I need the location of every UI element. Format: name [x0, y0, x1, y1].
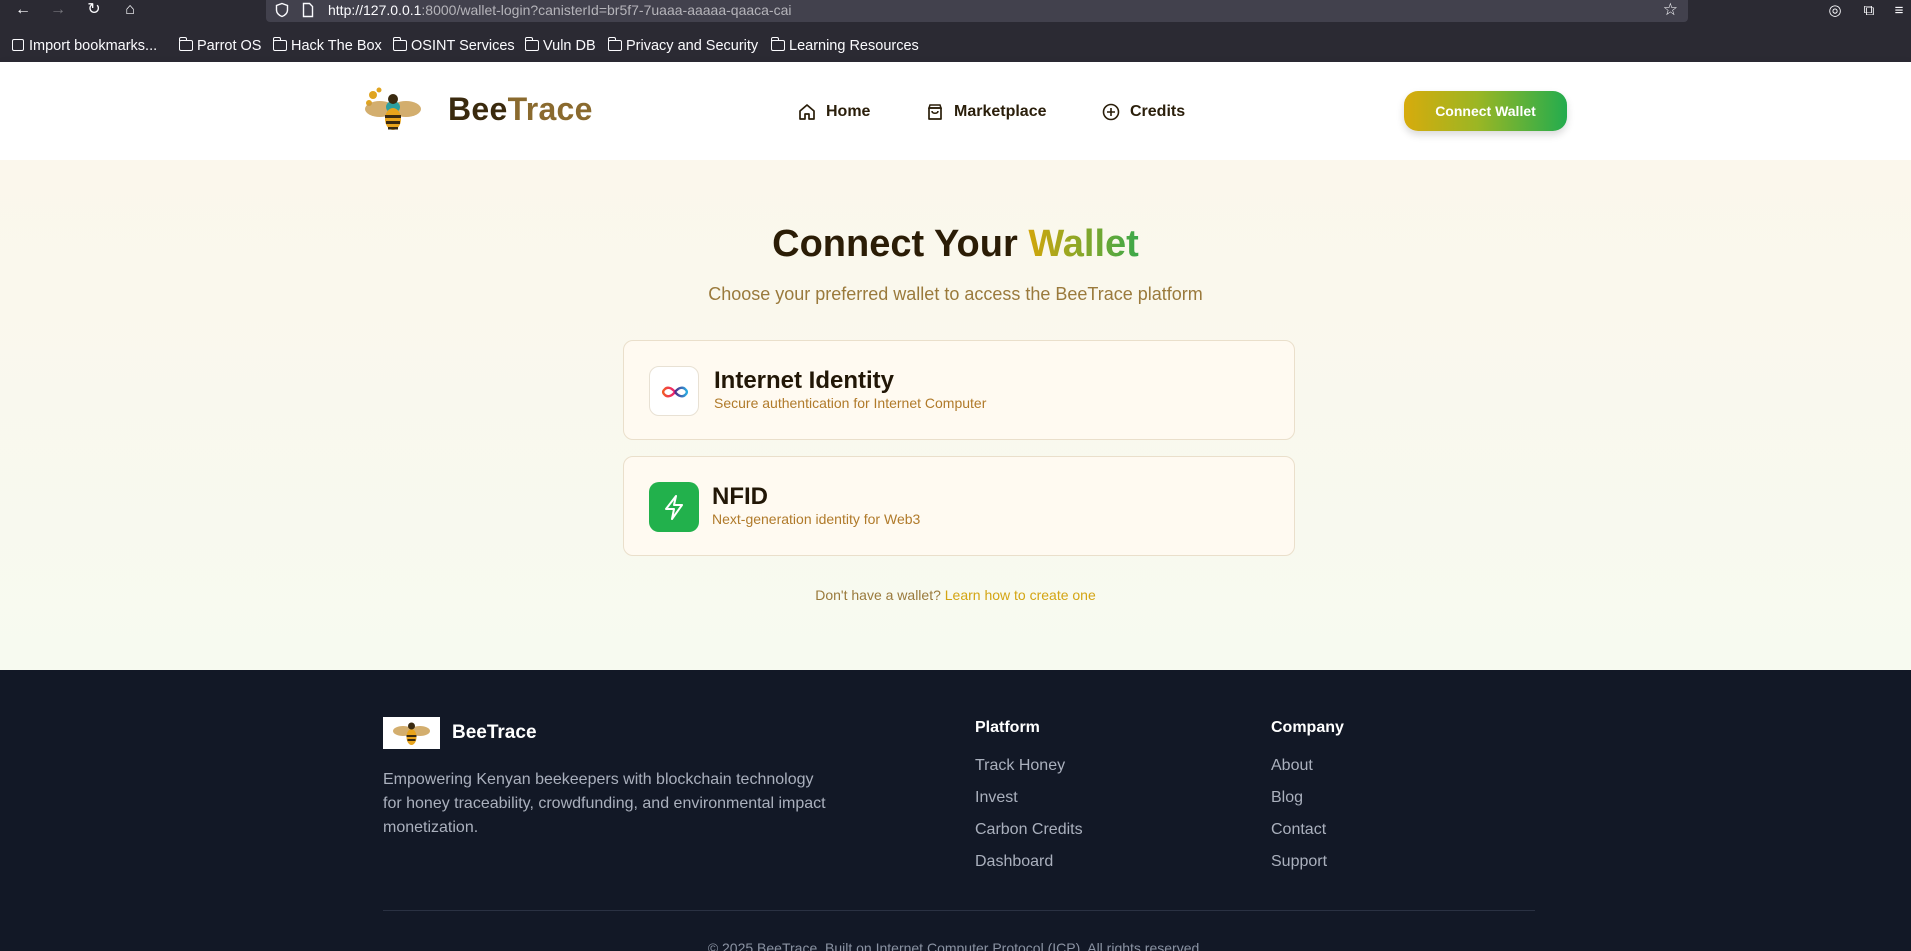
footer-link-blog[interactable]: Blog [1271, 782, 1344, 814]
page-title: Connect Your Wallet [772, 223, 1139, 265]
learn-create-wallet-link[interactable]: Learn how to create one [945, 587, 1096, 603]
page-subtitle: Choose your preferred wallet to access t… [708, 284, 1203, 304]
folder-icon [392, 37, 407, 51]
extensions-icon[interactable]: ⧉ [1859, 1, 1879, 21]
footer-about: Empowering Kenyan beekeepers with blockc… [383, 771, 826, 836]
bookmarks-bar: Import bookmarks... Parrot OS Hack The B… [0, 33, 1911, 59]
folder-icon [272, 37, 287, 51]
wallet-option-internet-identity[interactable]: Internet Identity Secure authentication … [623, 340, 1295, 440]
footer-platform-column: Platform Track Honey Invest Carbon Credi… [975, 719, 1083, 878]
main-content: Connect Your Wallet Choose your preferre… [0, 160, 1911, 670]
page-icon [302, 2, 314, 18]
import-icon [12, 39, 24, 51]
footer-link-about[interactable]: About [1271, 750, 1344, 782]
footer-link-carbon-credits[interactable]: Carbon Credits [975, 814, 1083, 846]
account-icon[interactable]: ◎ [1825, 1, 1845, 21]
bookmark-import[interactable]: Import bookmarks... [12, 33, 157, 59]
forward-icon[interactable]: → [47, 0, 69, 22]
home-icon [799, 104, 815, 120]
connect-wallet-button[interactable]: Connect Wallet [1404, 91, 1567, 131]
footer-link-support[interactable]: Support [1271, 846, 1344, 878]
reload-icon[interactable]: ↻ [83, 0, 105, 22]
folder-icon [178, 37, 193, 51]
plus-circle-icon [1102, 103, 1120, 121]
url-text: http://127.0.0.1:8000/wallet-login?canis… [328, 2, 792, 18]
wallet-option-nfid[interactable]: NFID Next-generation identity for Web3 [623, 456, 1295, 556]
lightning-icon [649, 482, 699, 532]
infinity-icon [649, 366, 699, 416]
bookmark-star-icon[interactable]: ☆ [1663, 0, 1678, 20]
browser-right-icons: ◎ ⧉ ≡ [1811, 0, 1911, 22]
wallet-description: Secure authentication for Internet Compu… [714, 395, 987, 411]
footer-company-column: Company About Blog Contact Support [1271, 719, 1344, 878]
bookmark-folder-htb[interactable]: Hack The Box [272, 33, 382, 59]
url-bar[interactable]: http://127.0.0.1:8000/wallet-login?canis… [266, 0, 1688, 22]
wallet-help-text: Don't have a wallet? Learn how to create… [815, 587, 1096, 603]
bookmark-folder-parrot[interactable]: Parrot OS [178, 33, 261, 59]
bookmark-folder-vulndb[interactable]: Vuln DB [524, 33, 596, 59]
footer-link-contact[interactable]: Contact [1271, 814, 1344, 846]
bee-logo-icon[interactable] [363, 85, 423, 135]
footer-link-dashboard[interactable]: Dashboard [975, 846, 1083, 878]
footer-brand: BeeTrace [452, 722, 537, 743]
menu-icon[interactable]: ≡ [1889, 1, 1909, 21]
wallet-description: Next-generation identity for Web3 [712, 511, 921, 527]
footer-company-title: Company [1271, 719, 1344, 736]
back-icon[interactable]: ← [12, 0, 34, 22]
bookmark-folder-privacy[interactable]: Privacy and Security [607, 33, 758, 59]
wallet-name: NFID [712, 483, 768, 510]
folder-icon [607, 37, 622, 51]
brand-name[interactable]: BeeTrace [448, 91, 593, 128]
browser-chrome: ← → ↻ ⌂ http://127.0.0.1:8000/wallet-log… [0, 0, 1911, 62]
wallet-name: Internet Identity [714, 367, 895, 394]
bookmark-folder-learning[interactable]: Learning Resources [770, 33, 919, 59]
shield-icon [275, 2, 289, 18]
site-footer: BeeTrace Empowering Kenyan beekeepers wi… [0, 670, 1911, 951]
footer-bee-logo-icon [383, 717, 440, 749]
folder-icon [524, 37, 539, 51]
folder-icon [770, 37, 785, 51]
footer-copyright: © 2025 BeeTrace. Built on Internet Compu… [707, 940, 1204, 951]
footer-platform-title: Platform [975, 719, 1040, 736]
browser-toolbar: ← → ↻ ⌂ http://127.0.0.1:8000/wallet-log… [0, 0, 1911, 22]
shopping-bag-icon [927, 104, 943, 120]
home-browser-icon[interactable]: ⌂ [119, 0, 141, 22]
site-header: BeeTrace Home Marketplace Credits Connec… [0, 62, 1911, 160]
footer-divider [383, 910, 1535, 911]
footer-link-track-honey[interactable]: Track Honey [975, 750, 1083, 782]
bookmark-folder-osint[interactable]: OSINT Services [392, 33, 515, 59]
footer-link-invest[interactable]: Invest [975, 782, 1083, 814]
